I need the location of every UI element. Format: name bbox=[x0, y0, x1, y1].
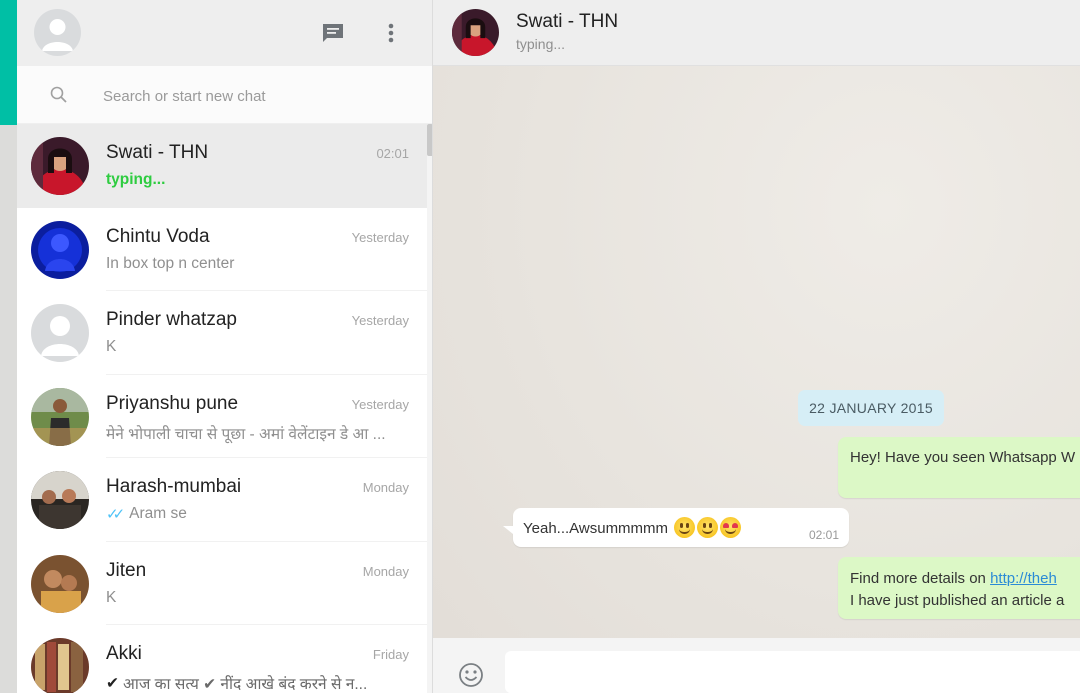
chat-name: Jiten bbox=[106, 559, 147, 581]
conversation-panel: Swati - THN typing... 22 JANUARY 2015 He… bbox=[433, 0, 1080, 693]
menu-icon bbox=[388, 23, 394, 43]
chat-name: Pinder whatzap bbox=[106, 309, 237, 330]
chat-time: Yesterday bbox=[351, 313, 409, 328]
chat-time: Friday bbox=[372, 647, 409, 662]
message-text: Find more details on bbox=[850, 570, 991, 587]
message-outgoing: Hey! Have you seen Whatsapp W bbox=[838, 437, 1080, 498]
message-input[interactable] bbox=[505, 651, 1080, 693]
accent-strip bbox=[0, 0, 17, 125]
conversation-header[interactable]: Swati - THN typing... bbox=[433, 0, 1080, 66]
contact-name: Swati - THN bbox=[516, 11, 619, 32]
default-avatar-icon bbox=[31, 304, 89, 362]
message-outgoing: Find more details on http://theh I have … bbox=[838, 557, 1080, 619]
avatar bbox=[31, 638, 89, 693]
chat-item-pinder-whatzap[interactable]: Pinder whatzap Yesterday K bbox=[17, 291, 427, 375]
avatar bbox=[31, 387, 89, 446]
heart-eyes-emoji-icon bbox=[720, 517, 742, 538]
chat-item-akki[interactable]: Akki Friday ✔ आज का सत्य ✔ नींद आखे बंद … bbox=[17, 625, 427, 693]
avatar bbox=[31, 137, 89, 195]
chat-time: Yesterday bbox=[351, 229, 409, 245]
avatar bbox=[31, 304, 89, 362]
chat-preview-text: आज का सत्य ✔ नींद आखे बंद करने से न... bbox=[123, 676, 368, 693]
search-icon bbox=[50, 86, 67, 103]
message-time: 02:01 bbox=[808, 528, 839, 542]
contact-avatar[interactable] bbox=[452, 9, 499, 56]
chat-name: Akki bbox=[106, 643, 142, 664]
default-avatar-icon bbox=[42, 19, 73, 51]
my-avatar[interactable] bbox=[34, 9, 81, 56]
chat-preview: K bbox=[106, 588, 117, 606]
chat-time: 02:01 bbox=[376, 146, 409, 161]
smiley-emoji-icon bbox=[697, 517, 719, 538]
check-mark-icon: ✔ bbox=[106, 674, 119, 692]
message-text: I have just published an article a bbox=[850, 592, 1065, 609]
message-incoming: Yeah...Awsummmmm 02:01 bbox=[503, 508, 849, 547]
message-text: Hey! Have you seen Whatsapp W bbox=[850, 449, 1076, 466]
chat-time: Monday bbox=[362, 563, 409, 579]
contact-status: typing... bbox=[516, 36, 566, 52]
chat-preview: K bbox=[106, 338, 117, 355]
date-chip: 22 JANUARY 2015 bbox=[798, 390, 944, 426]
chat-name: Chintu Voda bbox=[106, 225, 210, 247]
chat-preview: ✓✓ Aram se bbox=[106, 505, 414, 523]
chat-item-harash-mumbai[interactable]: Harash-mumbai Monday ✓✓ Aram se bbox=[17, 458, 427, 542]
read-receipt-icon: ✓✓ bbox=[106, 506, 125, 523]
chat-preview: मेने भोपाली चाचा से पूछा - अमां वेलेंटाइ… bbox=[106, 425, 386, 443]
chat-item-jiten[interactable]: Jiten Monday K bbox=[17, 542, 427, 625]
new-chat-button[interactable] bbox=[319, 19, 347, 47]
message-text: Yeah...Awsummmmm bbox=[523, 520, 669, 537]
sidebar-header bbox=[17, 0, 432, 66]
chat-time: Monday bbox=[362, 480, 409, 495]
emoji-icon[interactable] bbox=[457, 661, 485, 689]
menu-button[interactable] bbox=[377, 19, 405, 47]
chat-time: Yesterday bbox=[351, 396, 409, 412]
chat-preview-text: Aram se bbox=[129, 505, 187, 522]
chat-item-swati-thn[interactable]: Swati - THN 02:01 typing... bbox=[17, 124, 427, 208]
chat-preview: typing... bbox=[106, 171, 166, 188]
chat-name: Swati - THN bbox=[106, 142, 209, 163]
chat-name: Priyanshu pune bbox=[106, 392, 239, 414]
compose-bar bbox=[433, 638, 1080, 693]
background-left bbox=[0, 125, 17, 693]
chat-name: Harash-mumbai bbox=[106, 476, 242, 497]
sidebar: Swati - THN 02:01 typing... Chintu Voda … bbox=[17, 0, 433, 693]
chat-list: Swati - THN 02:01 typing... Chintu Voda … bbox=[17, 124, 427, 693]
chat-preview: ✔ आज का सत्य ✔ नींद आखे बंद करने से न... bbox=[106, 672, 414, 693]
search-input[interactable] bbox=[103, 84, 403, 108]
chat-icon bbox=[323, 24, 343, 42]
smiley-emoji-icon bbox=[674, 517, 696, 538]
chat-item-priyanshu-pune[interactable]: Priyanshu pune Yesterday मेने भोपाली चाच… bbox=[17, 375, 427, 458]
avatar bbox=[31, 471, 89, 529]
avatar bbox=[31, 220, 89, 279]
message-link[interactable]: http://theh bbox=[990, 570, 1057, 587]
chat-preview: In box top n center bbox=[106, 254, 235, 272]
chat-item-chintu-voda[interactable]: Chintu Voda Yesterday In box top n cente… bbox=[17, 208, 427, 291]
avatar bbox=[31, 554, 89, 613]
search-bar bbox=[17, 66, 432, 124]
